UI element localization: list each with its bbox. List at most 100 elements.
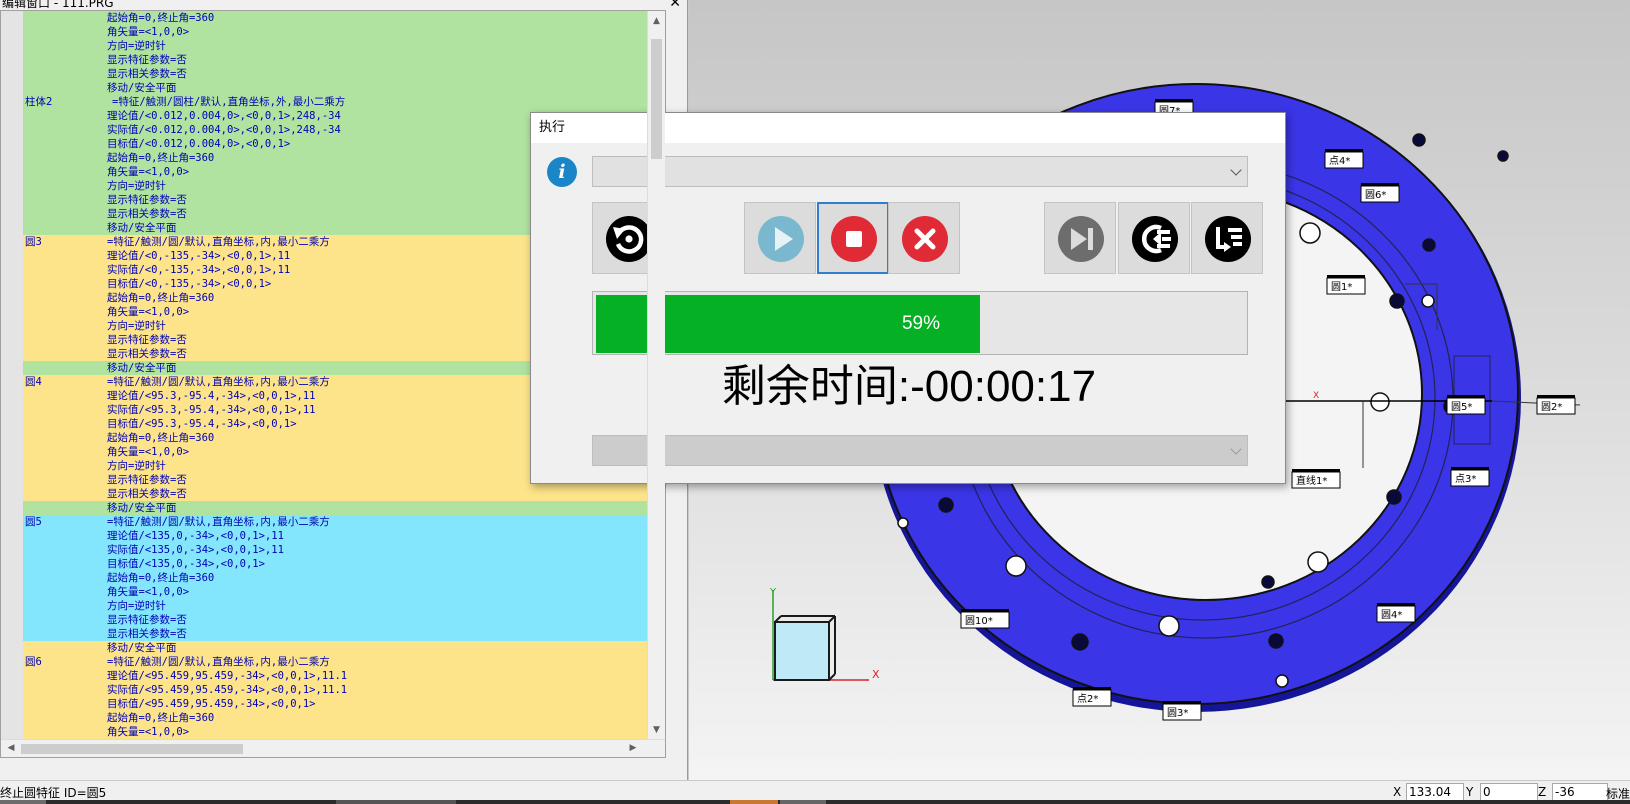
code-line[interactable]: 圆5 =特征/触测/圆/默认,直角坐标,内,最小二乘方: [1, 515, 665, 529]
feature-label-tag[interactable]: 圆6*: [1360, 183, 1400, 203]
code-line[interactable]: 移动/安全平面: [1, 81, 665, 95]
feature-id-label: 柱体2: [25, 96, 53, 108]
vertical-scrollbar[interactable]: ▲ ▼: [647, 11, 665, 740]
cancel-icon: [902, 216, 948, 262]
code-text: 方向=逆时针: [107, 40, 166, 52]
feature-label-tag[interactable]: 圆1*: [1326, 275, 1366, 295]
bolt-hole: [1422, 238, 1436, 252]
code-line[interactable]: 显示特征参数=否: [1, 53, 665, 67]
code-line[interactable]: 角矢量=<1,0,0>: [1, 725, 665, 739]
editor-gutter: [1, 11, 23, 757]
taskbar-strip: [0, 800, 1630, 804]
feature-label-tag[interactable]: 圆10*: [960, 609, 1010, 629]
feature-label-text: 点3*: [1455, 473, 1476, 485]
code-line[interactable]: 实际值/<135,0,-34>,<0,0,1>,11: [1, 543, 665, 557]
jump-step-button[interactable]: [1191, 202, 1263, 274]
code-line[interactable]: 显示相关参数=否: [1, 67, 665, 81]
stop-icon: [831, 216, 877, 262]
axis-triad: Y X: [769, 587, 880, 681]
coord-z-label: Z: [1538, 785, 1547, 799]
vertical-scroll-thumb[interactable]: [651, 39, 662, 159]
code-text: 角矢量=<1,0,0>: [107, 306, 190, 318]
feature-id-label: 圆3: [25, 236, 42, 248]
feature-label-tag[interactable]: 点3*: [1450, 467, 1490, 487]
chevron-down-icon[interactable]: [1230, 164, 1242, 176]
coord-y-label: Y: [1466, 785, 1474, 799]
code-text: 理论值/<95.3,-95.4,-34>,<0,0,1>,11: [107, 390, 316, 402]
code-text: 实际值/<135,0,-34>,<0,0,1>,11: [107, 544, 284, 556]
cancel-button[interactable]: [888, 202, 960, 274]
scroll-down-icon[interactable]: ▼: [648, 722, 665, 738]
scroll-up-icon[interactable]: ▲: [648, 13, 665, 29]
code-text: 实际值/<0,-135,-34>,<0,0,1>,11: [107, 264, 291, 276]
scroll-right-icon[interactable]: ▶: [625, 740, 641, 757]
code-text: 移动/安全平面: [107, 82, 177, 94]
code-text: 起始角=0,终止角=360: [107, 712, 215, 724]
code-text: 目标值/<0.012,0.004,0>,<0,0,1>: [107, 138, 291, 150]
code-text: 起始角=0,终止角=360: [107, 152, 215, 164]
jump-back-button[interactable]: [1118, 202, 1190, 274]
code-line[interactable]: 移动/安全平面: [1, 641, 665, 655]
feature-label-text: 点2*: [1077, 693, 1098, 705]
horizontal-scrollbar[interactable]: ◀ ▶: [1, 739, 665, 757]
code-text: 方向=逆时针: [107, 180, 166, 192]
bolt-hole: [897, 517, 909, 529]
code-text: 目标值/<135,0,-34>,<0,0,1>: [107, 558, 265, 570]
code-line[interactable]: 理论值/<95.459,95.459,-34>,<0,0,1>,11.1: [1, 669, 665, 683]
code-text: 实际值/<95.459,95.459,-34>,<0,0,1>,11.1: [107, 684, 348, 696]
bolt-hole: [1386, 489, 1402, 505]
code-line[interactable]: 显示特征参数=否: [1, 613, 665, 627]
restart-icon: [606, 216, 652, 262]
code-text: 显示特征参数=否: [107, 54, 187, 66]
code-line[interactable]: 圆6 =特征/触测/圆/默认,直角坐标,内,最小二乘方: [1, 655, 665, 669]
feature-label-tag[interactable]: 直线1*: [1291, 469, 1341, 489]
message-combo[interactable]: [592, 435, 1248, 466]
code-line[interactable]: 目标值/<95.459,95.459,-34>,<0,0,1>: [1, 697, 665, 711]
code-text: =特征/触测/圆柱/默认,直角坐标,外,最小二乘方: [112, 96, 346, 108]
code-text: 理论值/<95.459,95.459,-34>,<0,0,1>,11.1: [107, 670, 348, 682]
play-button[interactable]: [744, 202, 816, 274]
code-line[interactable]: 方向=逆时针: [1, 599, 665, 613]
feature-label-text: 圆6*: [1365, 189, 1386, 201]
close-icon[interactable]: ✕: [669, 0, 681, 10]
code-line[interactable]: 方向=逆时针: [1, 39, 665, 53]
feature-id-label: 圆5: [25, 516, 42, 528]
status-message-combo[interactable]: [592, 156, 1248, 187]
stop-button[interactable]: [817, 202, 889, 274]
bolt-hole: [1370, 392, 1390, 412]
code-text: 显示特征参数=否: [107, 614, 187, 626]
code-text: =特征/触测/圆/默认,直角坐标,内,最小二乘方: [107, 236, 330, 248]
feature-label-tag[interactable]: 点4*: [1324, 149, 1364, 169]
feature-label-tag[interactable]: 圆4*: [1376, 603, 1416, 623]
feature-label-tag[interactable]: 圆3*: [1162, 701, 1202, 721]
feature-label-text: 圆2*: [1541, 401, 1562, 413]
jump-back-icon: [1132, 216, 1178, 262]
code-line[interactable]: 起始角=0,终止角=360: [1, 571, 665, 585]
horizontal-scroll-thumb[interactable]: [21, 744, 243, 754]
code-line[interactable]: 移动/安全平面: [1, 501, 665, 515]
code-text: 起始角=0,终止角=360: [107, 572, 215, 584]
progress-bar: 59%: [592, 291, 1248, 355]
code-text: =特征/触测/圆/默认,直角坐标,内,最小二乘方: [107, 376, 330, 388]
info-icon: i: [547, 157, 577, 187]
feature-label-tag[interactable]: 圆2*: [1536, 395, 1576, 415]
code-text: 理论值/<0,-135,-34>,<0,0,1>,11: [107, 250, 291, 262]
code-line[interactable]: 理论值/<135,0,-34>,<0,0,1>,11: [1, 529, 665, 543]
code-line[interactable]: 实际值/<95.459,95.459,-34>,<0,0,1>,11.1: [1, 683, 665, 697]
code-line[interactable]: 起始角=0,终止角=360: [1, 11, 665, 25]
code-text: 移动/安全平面: [107, 502, 177, 514]
code-line[interactable]: 显示相关参数=否: [1, 627, 665, 641]
code-text: 实际值/<95.3,-95.4,-34>,<0,0,1>,11: [107, 404, 316, 416]
bolt-hole: [1275, 674, 1289, 688]
code-line[interactable]: 显示相关参数=否: [1, 487, 665, 501]
feature-label-tag[interactable]: 点2*: [1072, 687, 1112, 707]
chevron-down-icon[interactable]: [1230, 443, 1242, 455]
code-line[interactable]: 角矢量=<1,0,0>: [1, 25, 665, 39]
skip-button[interactable]: [1044, 202, 1116, 274]
code-line[interactable]: 角矢量=<1,0,0>: [1, 585, 665, 599]
feature-label-tag[interactable]: 圆5*: [1446, 395, 1486, 415]
code-line[interactable]: 起始角=0,终止角=360: [1, 711, 665, 725]
code-line[interactable]: 柱体2 =特征/触测/圆柱/默认,直角坐标,外,最小二乘方: [1, 95, 665, 109]
scroll-left-icon[interactable]: ◀: [3, 740, 19, 757]
code-line[interactable]: 目标值/<135,0,-34>,<0,0,1>: [1, 557, 665, 571]
